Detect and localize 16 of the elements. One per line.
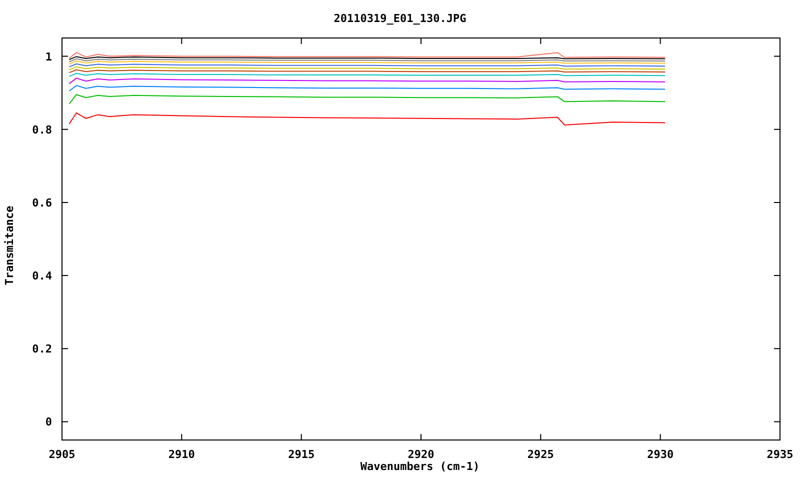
tick-label: 0.2 — [32, 342, 52, 356]
tick-label: 0.8 — [32, 123, 52, 136]
tick-label: 2925 — [527, 448, 554, 460]
axis-label: Transmitance — [4, 205, 16, 285]
tick-label: 2920 — [408, 448, 434, 460]
tick-label: 1 — [45, 50, 52, 64]
tick-label: 2910 — [168, 448, 195, 460]
tick-label: 0 — [45, 416, 52, 429]
tick-label: 2905 — [48, 448, 76, 460]
tick-label: 2935 — [766, 448, 794, 460]
tick-label: 2930 — [647, 448, 674, 460]
tick-label: 0.4 — [32, 270, 52, 283]
axis-label: Wavenumbers (cm-1) — [360, 460, 480, 473]
chart-title: 20110319_E01_130.JPG — [334, 10, 466, 24]
tick-label: 0.6 — [32, 196, 52, 210]
tick-label: 2915 — [288, 448, 315, 460]
